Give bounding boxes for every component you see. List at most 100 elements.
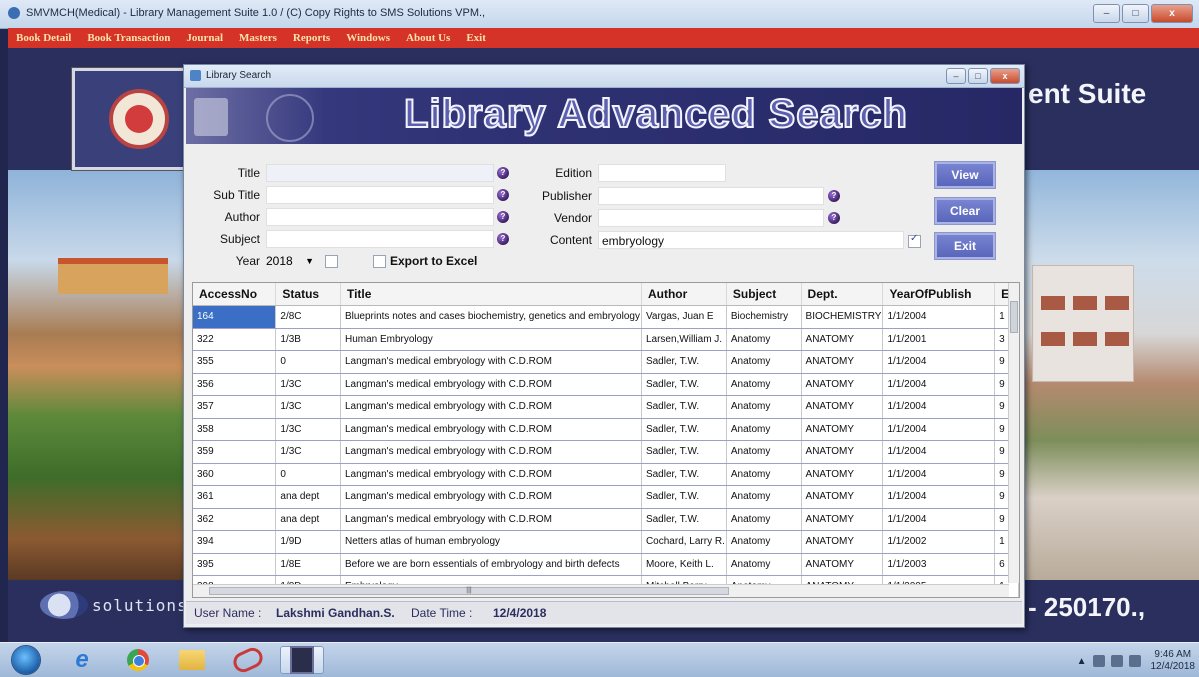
dialog-minimize-button[interactable]: – <box>946 68 966 84</box>
cell-accessno[interactable]: 360 <box>193 463 277 486</box>
maximize-button[interactable]: □ <box>1122 4 1149 23</box>
table-row[interactable]: 356 1/3C Langman's medical embryology with… <box>193 373 1019 396</box>
cell-title[interactable]: Langman's medical embryology with C.D.RO… <box>340 418 642 441</box>
cell-dept[interactable]: ANATOMY <box>801 530 884 554</box>
vendor-input[interactable] <box>598 209 824 227</box>
column-header-subject[interactable]: Subject <box>726 283 802 306</box>
table-row[interactable]: 394 1/9D Netters atlas of human embryology… <box>193 530 1019 554</box>
table-row[interactable]: 359 1/3C Langman's medical embryology with… <box>193 440 1019 464</box>
table-row[interactable]: 357 1/3C Langman's medical embryology with… <box>193 395 1019 419</box>
column-header-accessno[interactable]: AccessNo <box>193 283 277 306</box>
taskbar-internet-explorer[interactable]: e <box>60 646 104 674</box>
cell-accessno[interactable]: 361 <box>193 485 277 509</box>
subtitle-input[interactable] <box>266 186 494 204</box>
cell-subject[interactable]: Anatomy <box>726 395 802 419</box>
cell-dept[interactable]: BIOCHEMISTRY <box>801 305 884 329</box>
cell-status[interactable]: ana dept <box>275 485 341 509</box>
cell-yearofpublish[interactable]: 1/1/2004 <box>882 395 996 419</box>
cell-author[interactable]: Larsen,William J. <box>641 328 727 351</box>
cell-yearofpublish[interactable]: 1/1/2001 <box>882 328 996 351</box>
table-row[interactable]: 362 ana dept Langman's medical embryology … <box>193 508 1019 531</box>
cell-accessno[interactable]: 356 <box>193 373 277 396</box>
clock[interactable]: 9:46 AM 12/4/2018 <box>1151 649 1196 673</box>
subject-input[interactable] <box>266 230 494 248</box>
minimize-button[interactable]: – <box>1093 4 1120 23</box>
cell-status[interactable]: 1/3C <box>275 440 341 464</box>
cell-yearofpublish[interactable]: 1/1/2004 <box>882 463 996 486</box>
grid-horizontal-scrollbar[interactable]: ||| <box>193 584 1009 597</box>
cell-subject[interactable]: Anatomy <box>726 508 802 531</box>
table-row[interactable]: 360 0 Langman's medical embryology with C.… <box>193 463 1019 486</box>
cell-dept[interactable]: ANATOMY <box>801 328 884 351</box>
cell-author[interactable]: Sadler, T.W. <box>641 508 727 531</box>
network-icon[interactable] <box>1128 655 1141 667</box>
column-header-yearofpublish[interactable]: YearOfPublish <box>882 283 996 306</box>
edition-input[interactable] <box>598 164 726 182</box>
author-input[interactable] <box>266 208 494 226</box>
cell-author[interactable]: Sadler, T.W. <box>641 463 727 486</box>
cell-subject[interactable]: Anatomy <box>726 418 802 441</box>
cell-subject[interactable]: Anatomy <box>726 328 802 351</box>
cell-status[interactable]: 1/9D <box>275 530 341 554</box>
column-header-title[interactable]: Title <box>340 283 642 306</box>
scrollbar-thumb[interactable]: ||| <box>209 587 729 595</box>
cell-status[interactable]: 1/8E <box>275 553 341 576</box>
cell-author[interactable]: Cochard, Larry R. <box>641 530 727 554</box>
clear-button[interactable]: Clear <box>934 197 996 225</box>
column-header-dept[interactable]: Dept. <box>801 283 884 306</box>
cell-author[interactable]: Sadler, T.W. <box>641 350 727 374</box>
cell-status[interactable]: 0 <box>275 350 341 374</box>
cell-status[interactable]: 2/8C <box>275 305 341 329</box>
cell-title[interactable]: Langman's medical embryology with C.D.RO… <box>340 395 642 419</box>
cell-subject[interactable]: Anatomy <box>726 440 802 464</box>
dialog-titlebar[interactable]: Library Search – □ x <box>184 65 1024 88</box>
table-row[interactable]: 361 ana dept Langman's medical embryology … <box>193 485 1019 509</box>
cell-yearofpublish[interactable]: 1/1/2004 <box>882 418 996 441</box>
table-row[interactable]: 322 1/3B Human Embryology Larsen,William J.… <box>193 328 1019 351</box>
cell-accessno[interactable]: 394 <box>193 530 277 554</box>
cell-author[interactable]: Sadler, T.W. <box>641 395 727 419</box>
cell-dept[interactable]: ANATOMY <box>801 485 884 509</box>
cell-yearofpublish[interactable]: 1/1/2004 <box>882 508 996 531</box>
cell-status[interactable]: 1/3B <box>275 328 341 351</box>
year-filter-checkbox[interactable] <box>325 255 338 268</box>
author-lookup-icon[interactable]: ? <box>497 211 509 223</box>
cell-accessno[interactable]: 359 <box>193 440 277 464</box>
table-row[interactable]: 358 1/3C Langman's medical embryology with… <box>193 418 1019 441</box>
cell-title[interactable]: Blueprints notes and cases biochemistry,… <box>340 305 642 329</box>
cell-title[interactable]: Langman's medical embryology with C.D.RO… <box>340 485 642 509</box>
publisher-lookup-icon[interactable]: ? <box>828 190 840 202</box>
cell-dept[interactable]: ANATOMY <box>801 440 884 464</box>
view-button[interactable]: View <box>934 161 996 189</box>
cell-yearofpublish[interactable]: 1/1/2004 <box>882 350 996 374</box>
exit-button[interactable]: Exit <box>934 232 996 260</box>
menu-about-us[interactable]: About Us <box>398 28 458 48</box>
cell-yearofpublish[interactable]: 1/1/2004 <box>882 485 996 509</box>
cell-dept[interactable]: ANATOMY <box>801 418 884 441</box>
publisher-input[interactable] <box>598 187 824 205</box>
cell-dept[interactable]: ANATOMY <box>801 395 884 419</box>
cell-title[interactable]: Human Embryology <box>340 328 642 351</box>
cell-title[interactable]: Langman's medical embryology with C.D.RO… <box>340 373 642 396</box>
cell-title[interactable]: Before we are born essentials of embryol… <box>340 553 642 576</box>
cell-accessno[interactable]: 357 <box>193 395 277 419</box>
cell-author[interactable]: Sadler, T.W. <box>641 485 727 509</box>
cell-accessno[interactable]: 322 <box>193 328 277 351</box>
cell-dept[interactable]: ANATOMY <box>801 373 884 396</box>
cell-title[interactable]: Langman's medical embryology with C.D.RO… <box>340 463 642 486</box>
cell-yearofpublish[interactable]: 1/1/2003 <box>882 553 996 576</box>
cell-status[interactable]: 0 <box>275 463 341 486</box>
cell-title[interactable]: Langman's medical embryology with C.D.RO… <box>340 508 642 531</box>
flag-icon[interactable] <box>1110 655 1123 667</box>
volume-icon[interactable] <box>1092 655 1105 667</box>
menu-reports[interactable]: Reports <box>285 28 338 48</box>
cell-subject[interactable]: Anatomy <box>726 350 802 374</box>
menu-masters[interactable]: Masters <box>231 28 285 48</box>
column-header-status[interactable]: Status <box>275 283 341 306</box>
dialog-maximize-button[interactable]: □ <box>968 68 988 84</box>
cell-accessno[interactable]: 164 <box>193 305 277 329</box>
title-lookup-icon[interactable]: ? <box>497 167 509 179</box>
dialog-close-button[interactable]: x <box>990 68 1020 84</box>
cell-yearofpublish[interactable]: 1/1/2004 <box>882 373 996 396</box>
cell-accessno[interactable]: 362 <box>193 508 277 531</box>
